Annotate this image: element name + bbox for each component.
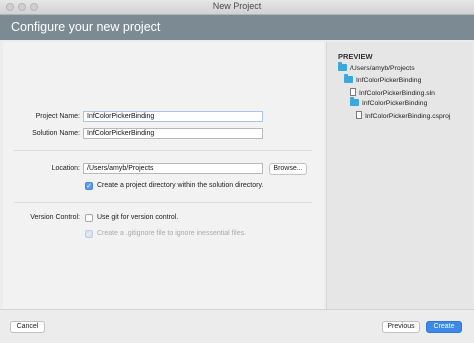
solution-name-input[interactable]: InfColorPickerBinding	[83, 128, 263, 139]
section-divider	[14, 150, 312, 151]
page-header: Configure your new project	[0, 15, 474, 40]
folder-icon	[338, 62, 347, 71]
use-git-checkbox[interactable]	[85, 214, 93, 222]
create-directory-label: Create a project directory within the so…	[97, 182, 264, 189]
gitignore-label: Create a .gitignore file to ignore iness…	[97, 230, 247, 237]
create-button[interactable]: Create	[426, 321, 462, 333]
tree-item-sln-file: InfColorPickerBinding.sln	[350, 88, 435, 97]
preview-panel: PREVIEW /Users/amyb/Projects InfColorPic…	[326, 42, 473, 309]
page-title: Configure your new project	[11, 20, 161, 34]
previous-button[interactable]: Previous	[382, 321, 420, 333]
preview-heading: PREVIEW	[338, 52, 373, 61]
folder-icon	[350, 97, 359, 106]
window-title: New Project	[212, 1, 262, 11]
folder-icon	[344, 74, 353, 83]
section-divider	[14, 202, 312, 203]
tree-item-label: /Users/amyb/Projects	[350, 65, 415, 72]
project-name-input[interactable]: InfColorPickerBinding	[83, 111, 263, 122]
tree-item-csproj-file: InfColorPickerBinding.csproj	[356, 111, 450, 120]
tree-item-projects-folder: /Users/amyb/Projects	[338, 62, 415, 73]
project-name-label: Project Name:	[35, 113, 80, 120]
solution-name-label: Solution Name:	[32, 130, 80, 137]
tree-item-label: InfColorPickerBinding.sln	[359, 90, 435, 97]
browse-button[interactable]: Browse...	[269, 163, 307, 175]
gitignore-checkbox: ✓	[85, 230, 93, 238]
cancel-button[interactable]: Cancel	[10, 321, 45, 333]
file-icon	[350, 88, 356, 96]
tree-item-label: InfColorPickerBinding	[356, 77, 422, 84]
tree-item-project-folder: InfColorPickerBinding	[350, 97, 428, 108]
footer-bar: Cancel Previous Create	[0, 309, 474, 343]
tree-item-solution-folder: InfColorPickerBinding	[344, 74, 422, 85]
form-panel: Project Name: InfColorPickerBinding Solu…	[3, 42, 324, 309]
file-icon	[356, 111, 362, 119]
use-git-label: Use git for version control.	[97, 214, 179, 221]
new-project-window: New Project Configure your new project P…	[0, 0, 474, 343]
create-directory-checkbox[interactable]: ✓	[85, 182, 93, 190]
tree-item-label: InfColorPickerBinding	[362, 100, 428, 107]
location-input[interactable]: /Users/amyb/Projects	[83, 163, 263, 174]
tree-item-label: InfColorPickerBinding.csproj	[365, 113, 451, 120]
location-label: Location:	[51, 165, 80, 172]
version-control-label: Version Control:	[30, 214, 80, 221]
title-bar: New Project	[0, 0, 474, 15]
